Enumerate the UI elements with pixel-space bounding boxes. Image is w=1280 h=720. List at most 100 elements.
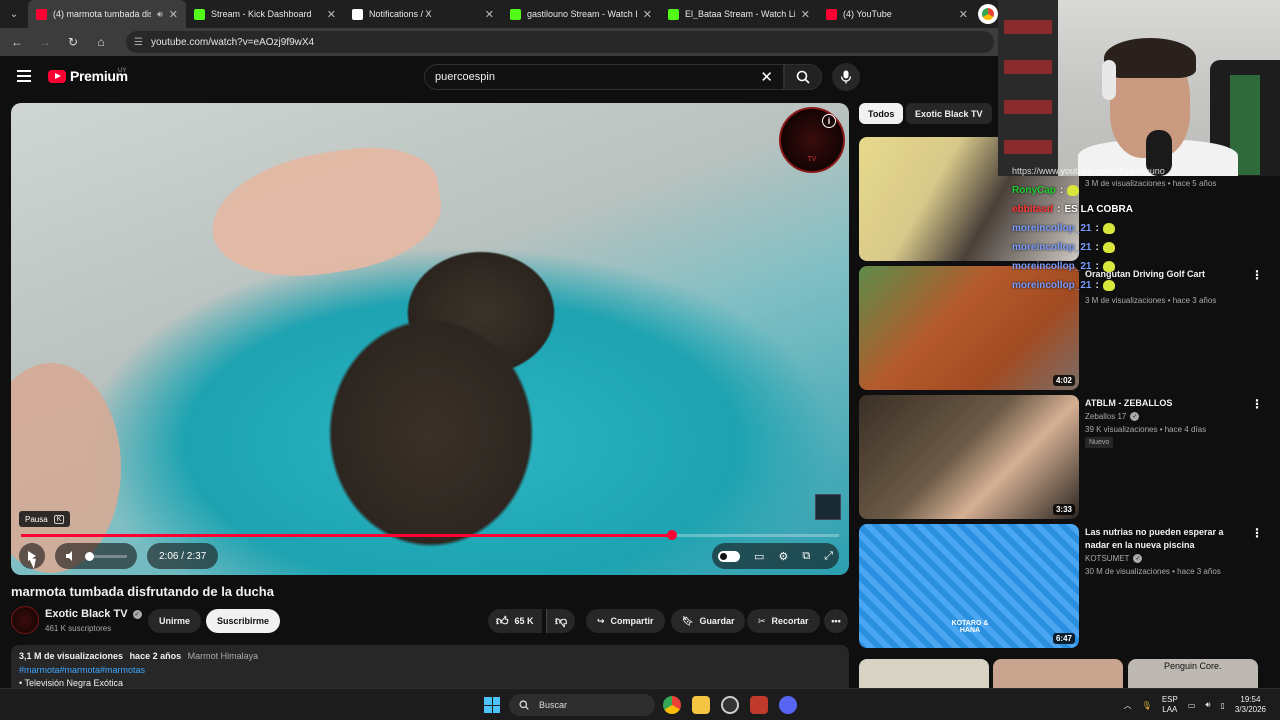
settings-icon[interactable]: ⚙: [778, 550, 788, 563]
recommendation-thumbnail[interactable]: KOTARO & HANA 6:47: [859, 524, 1079, 648]
tab-close-icon[interactable]: ✕: [801, 8, 810, 21]
site-info-icon[interactable]: ☰: [134, 37, 143, 48]
channel-avatar[interactable]: [11, 606, 39, 634]
video-player[interactable]: TV i Pausa K 2:06 / 2:37 ▭ ⚙ ⧉ ⤢: [11, 103, 849, 575]
chip-all-label: Todos: [868, 108, 895, 119]
clear-search-icon[interactable]: ✕: [760, 68, 773, 86]
browser-tab[interactable]: (4) YouTube ✕: [818, 0, 976, 28]
tab-close-icon[interactable]: ✕: [485, 8, 494, 21]
search-query: puercoespin: [435, 71, 495, 83]
filter-chip-all[interactable]: Todos: [859, 103, 904, 124]
duration-badge: 3:33: [1052, 504, 1075, 515]
volume-slider[interactable]: [85, 551, 127, 561]
info-icon[interactable]: i: [822, 114, 836, 128]
browser-tab[interactable]: Stream - Kick Dashboard ✕: [186, 0, 344, 28]
volume-tray-icon[interactable]: 🔊︎: [1205, 700, 1210, 710]
player-right-controls: ▭ ⚙ ⧉ ⤢: [712, 543, 839, 569]
tab-title: (4) YouTube: [843, 9, 892, 19]
recommendation-channel[interactable]: KOTSUMET ✓: [1085, 554, 1143, 563]
chat-separator: :: [1095, 223, 1099, 234]
scrubber-handle[interactable]: [667, 530, 678, 540]
chat-emote-icon: [1067, 185, 1080, 196]
tab-search-button[interactable]: ⌄: [0, 0, 28, 28]
more-options-icon[interactable]: ⋮: [1251, 397, 1263, 411]
url-field[interactable]: ☰ youtube.com/watch?v=eAOzj9f9wX4: [126, 31, 994, 53]
video-location[interactable]: Marmot Himalaya: [188, 651, 259, 661]
app-icon[interactable]: [750, 696, 768, 714]
volume-icon[interactable]: [65, 550, 77, 562]
recommendation-channel-name: Zeballos 17: [1085, 412, 1127, 421]
chrome-profile-icon[interactable]: [978, 4, 998, 24]
recommendation-thumbnail[interactable]: 3:33: [859, 395, 1079, 519]
windows-start-icon[interactable]: [484, 697, 500, 713]
recommendation-meta: 30 M de visualizaciones • hace 3 años: [1085, 567, 1221, 576]
duration-badge: 6:47: [1052, 633, 1075, 644]
miniplayer-icon[interactable]: ⧉: [802, 550, 810, 563]
volume-control[interactable]: [55, 543, 137, 569]
channel-name-text: Exotic Black TV: [45, 608, 128, 620]
filter-chip-channel[interactable]: Exotic Black TV: [906, 103, 992, 124]
tab-close-icon[interactable]: ✕: [327, 8, 336, 21]
mic-tray-icon[interactable]: 🎙︎: [1142, 701, 1152, 710]
recommendation-channel[interactable]: Zeballos 17 ✓: [1085, 412, 1140, 421]
tab-favicon-icon: [194, 8, 205, 20]
fullscreen-icon[interactable]: ⤢: [824, 550, 833, 563]
back-icon[interactable]: ←: [10, 35, 24, 49]
chevron-up-icon[interactable]: ︿: [1124, 700, 1132, 711]
voice-search-button[interactable]: [832, 63, 860, 91]
microphone-icon: [840, 70, 852, 84]
save-button[interactable]: 🔖︎ Guardar: [671, 609, 746, 633]
join-label: Unirme: [159, 616, 191, 626]
clip-button[interactable]: ✂ Recortar: [747, 609, 820, 633]
reload-icon[interactable]: ↻: [66, 35, 80, 49]
tooltip-key: K: [53, 514, 65, 524]
tab-favicon-icon: [668, 8, 679, 20]
tab-close-icon[interactable]: ✕: [643, 8, 652, 21]
subtitles-icon[interactable]: ▭: [754, 550, 764, 563]
taskbar-search-label: Buscar: [539, 700, 568, 710]
like-button[interactable]: 👍︎ 65 K: [488, 609, 542, 633]
recommendation-item[interactable]: KOTARO & HANA 6:47 Las nutrias no pueden…: [859, 524, 1263, 648]
browser-tab[interactable]: (4) marmota tumbada disfr 🔊︎ ✕: [28, 0, 186, 28]
volume-handle[interactable]: [85, 551, 94, 561]
branding-watermark[interactable]: [815, 494, 841, 520]
recommendation-item[interactable]: 3:33 ATBLM - ZEBALLOS Zeballos 17 ✓ 39 K…: [859, 395, 1263, 519]
tab-close-icon[interactable]: ✕: [959, 8, 968, 21]
obs-icon[interactable]: [721, 696, 739, 714]
hashtags[interactable]: #marmota#marmota#marmotas: [19, 665, 841, 675]
browser-tab[interactable]: El_Bataa Stream - Watch Live o ✕: [660, 0, 818, 28]
duration-badge: 4:02: [1052, 375, 1075, 386]
subscribe-button[interactable]: Suscribirme: [206, 609, 281, 633]
browser-tab[interactable]: gastilouno Stream - Watch Live ✕: [502, 0, 660, 28]
network-icon[interactable]: ▭: [1188, 701, 1196, 710]
browser-tab[interactable]: Notifications / X ✕: [344, 0, 502, 28]
tab-audio-icon[interactable]: 🔊︎: [157, 9, 163, 20]
tab-close-icon[interactable]: ✕: [169, 8, 178, 21]
discord-icon[interactable]: [779, 696, 797, 714]
clock[interactable]: 19:54 3/3/2026: [1235, 695, 1266, 715]
youtube-logo[interactable]: Premium: [48, 68, 128, 84]
chat-message: moreincollop_21:: [1012, 257, 1278, 276]
dislike-button[interactable]: 👎︎: [546, 609, 576, 633]
progress-bar[interactable]: [21, 530, 839, 540]
tooltip-label: Pausa: [25, 514, 48, 524]
language-indicator[interactable]: ESP LAA: [1162, 695, 1178, 715]
channel-name[interactable]: Exotic Black TV ✓: [45, 608, 142, 620]
battery-icon[interactable]: ▯: [1220, 701, 1224, 710]
search-icon: [796, 70, 810, 84]
search-button[interactable]: [784, 64, 822, 90]
search-input[interactable]: puercoespin ✕: [424, 64, 784, 90]
forward-icon[interactable]: →: [38, 35, 52, 49]
menu-icon[interactable]: [17, 70, 31, 82]
more-actions-button[interactable]: •••: [824, 609, 848, 633]
share-button[interactable]: ↪ Compartir: [586, 609, 665, 633]
join-button[interactable]: Unirme: [148, 609, 202, 633]
more-options-icon[interactable]: ⋮: [1251, 526, 1263, 540]
chrome-icon[interactable]: [663, 696, 681, 714]
taskbar-search[interactable]: Buscar: [509, 694, 655, 716]
home-icon[interactable]: ⌂: [94, 35, 108, 49]
chat-separator: :: [1059, 185, 1064, 196]
autoplay-toggle[interactable]: [718, 550, 741, 562]
file-explorer-icon[interactable]: [692, 696, 710, 714]
chat-username: moreincollop_21: [1012, 242, 1092, 253]
